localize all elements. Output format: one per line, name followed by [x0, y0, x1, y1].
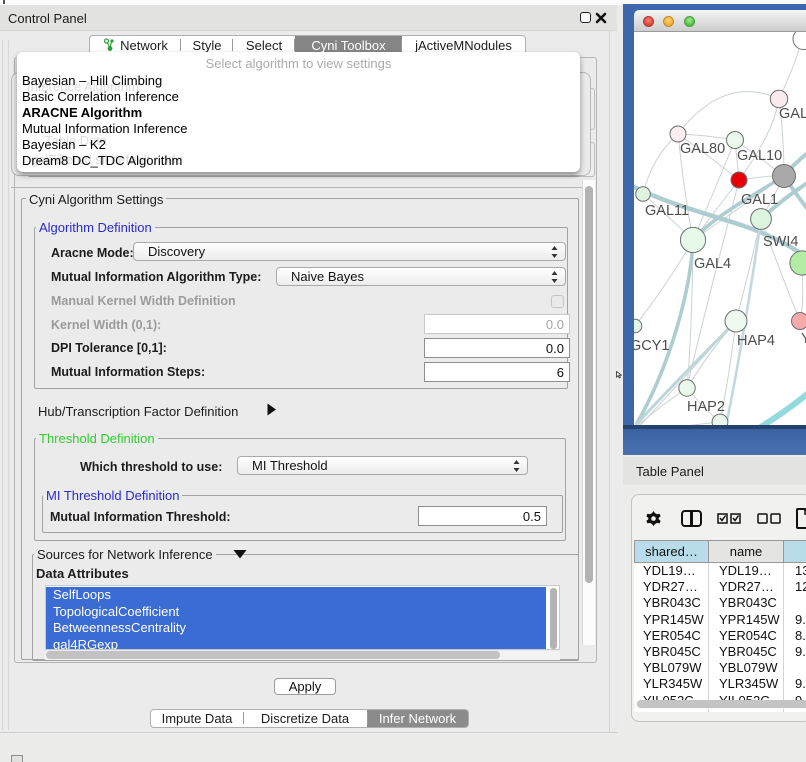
svg-text:GAL1: GAL1	[741, 192, 778, 208]
svg-text:GAL4: GAL4	[694, 256, 731, 272]
svg-text:GCY1: GCY1	[634, 338, 670, 354]
svg-text:GAL: GAL	[779, 106, 806, 122]
svg-text:GAL10: GAL10	[737, 148, 782, 164]
svg-text:GAL11: GAL11	[645, 203, 689, 219]
svg-text:HAP4: HAP4	[737, 333, 775, 349]
svg-text:Y: Y	[801, 331, 806, 347]
svg-text:GAL80: GAL80	[680, 141, 725, 157]
svg-text:SWI4: SWI4	[763, 234, 798, 250]
svg-text:HAP2: HAP2	[687, 399, 725, 415]
